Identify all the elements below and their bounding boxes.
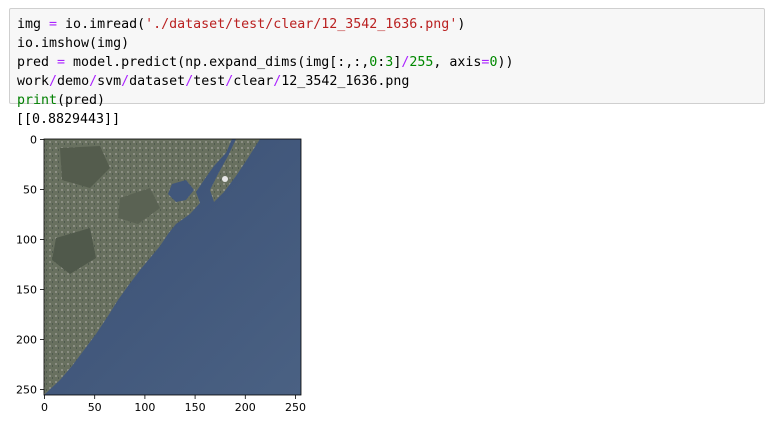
x-tick-label: 0 xyxy=(41,401,48,414)
code-line: io.imshow(img) xyxy=(17,34,513,53)
code-token: io.imread( xyxy=(57,17,146,32)
code-cell[interactable]: img = io.imread('./dataset/test/clear/12… xyxy=(9,8,765,108)
code-token: dataset xyxy=(129,74,186,89)
code-token: / xyxy=(121,74,130,89)
x-tick-label: 200 xyxy=(235,401,256,414)
code-token: / xyxy=(49,74,58,89)
code-token: = xyxy=(49,17,58,32)
x-axis: 0 50 100 150 200 250 xyxy=(41,395,306,414)
code-token: demo xyxy=(57,74,90,89)
y-tick-label: 200 xyxy=(16,334,37,347)
cell-output-text: [[0.8829443]] xyxy=(16,112,121,127)
bright-spot xyxy=(222,176,228,182)
code-token: / xyxy=(185,74,194,89)
code-token: './dataset/test/clear/12_3542_1636.png' xyxy=(145,17,458,32)
code-token: test xyxy=(193,74,226,89)
code-token: io.imshow(img) xyxy=(17,36,130,51)
code-token: img xyxy=(17,17,50,32)
code-line: img = io.imread('./dataset/test/clear/12… xyxy=(17,15,513,34)
code-token: model.predict(np.expand_dims(img[:,:, xyxy=(65,55,370,70)
y-tick-label: 100 xyxy=(16,234,37,247)
x-tick-label: 150 xyxy=(185,401,206,414)
x-tick-label: 250 xyxy=(285,401,306,414)
code-token: 12_3542_1636.png xyxy=(281,74,410,89)
y-tick-label: 250 xyxy=(16,384,37,397)
code-line: print(pred) xyxy=(17,91,513,110)
code-token: )) xyxy=(497,55,514,70)
code-token: svm xyxy=(97,74,122,89)
code-token: / xyxy=(89,74,98,89)
x-tick-label: 50 xyxy=(88,401,102,414)
y-tick-label: 0 xyxy=(30,134,37,147)
code-line: pred = model.predict(np.expand_dims(img[… xyxy=(17,53,513,72)
code-token: 255 xyxy=(409,55,434,70)
code-token: (pred) xyxy=(57,93,106,108)
y-tick-label: 50 xyxy=(23,184,37,197)
code-token: clear xyxy=(233,74,274,89)
x-tick-label: 100 xyxy=(134,401,155,414)
imshow-figure: 0 50 100 150 200 250 0 50 100 150 200 250 xyxy=(16,134,306,415)
code-token: print xyxy=(17,93,58,108)
y-tick-label: 150 xyxy=(16,284,37,297)
code-token: ) xyxy=(457,17,466,32)
y-axis: 0 50 100 150 200 250 xyxy=(16,134,44,397)
code-token: , axis xyxy=(433,55,482,70)
code-editor[interactable]: img = io.imread('./dataset/test/clear/12… xyxy=(17,15,513,110)
code-token: = xyxy=(57,55,66,70)
code-token: work xyxy=(17,74,50,89)
code-line: work/demo/svm/dataset/test/clear/12_3542… xyxy=(17,72,513,91)
code-token: pred xyxy=(17,55,58,70)
satellite-image xyxy=(44,139,301,395)
